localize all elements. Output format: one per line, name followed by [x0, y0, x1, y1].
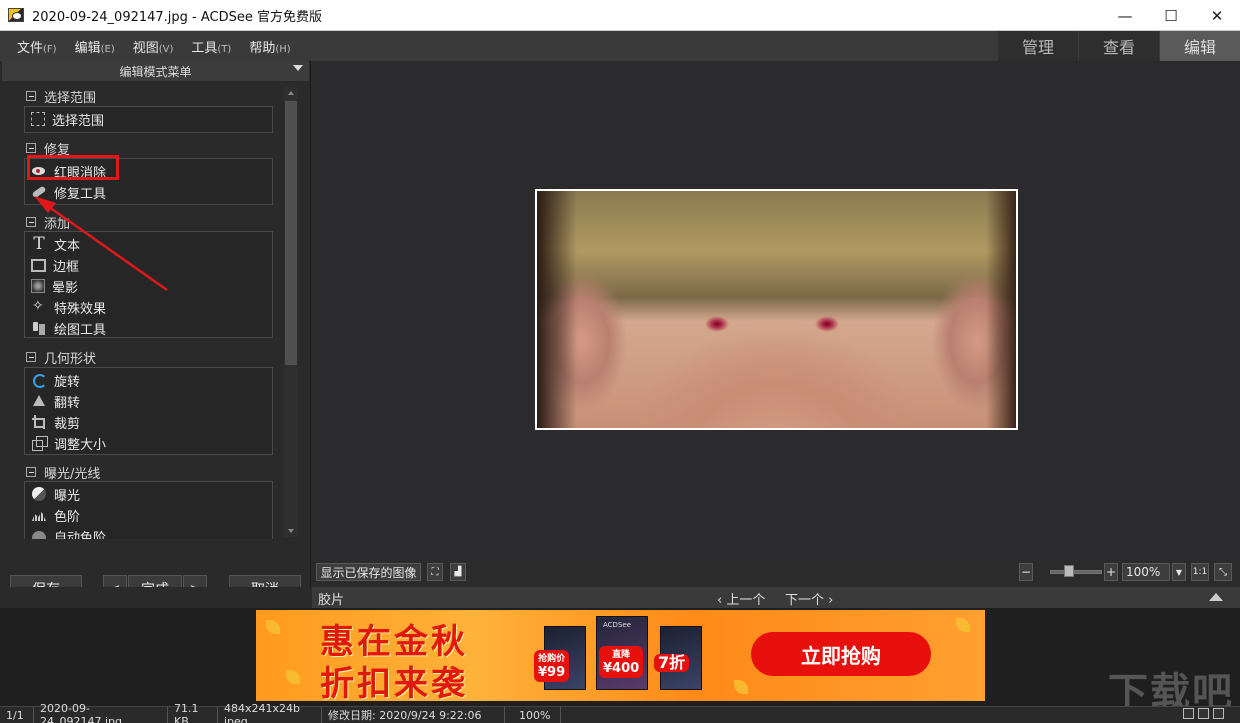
- item-rotate-label: 旋转: [54, 374, 81, 390]
- close-button[interactable]: ✕: [1194, 0, 1240, 31]
- price-1-label: 抢购价: [538, 654, 566, 664]
- brand-logo: ACDSee: [603, 621, 631, 629]
- section-geometry[interactable]: 几何形状: [26, 348, 97, 367]
- banner-headline-2: 折扣来袭: [320, 664, 468, 701]
- rotate-icon: [31, 372, 47, 388]
- section-exposure[interactable]: 曝光/光线: [26, 463, 101, 482]
- photo-shadow-right: [986, 191, 1016, 428]
- brush-icon: [31, 320, 47, 336]
- show-saved-image-button[interactable]: 显示已保存的图像: [316, 563, 421, 581]
- edited-photo[interactable]: [535, 189, 1018, 430]
- status-zoom: 100%: [513, 706, 561, 723]
- auto-levels-icon: [31, 528, 47, 539]
- item-resize-label: 调整大小: [54, 437, 107, 453]
- status-filename: 2020-09-24_092147.jpg: [34, 702, 168, 723]
- check-icon[interactable]: [1213, 708, 1224, 719]
- status-filesize: 71.1 KB: [168, 702, 218, 723]
- item-drawing-tools-label: 绘图工具: [54, 322, 107, 338]
- image-viewer: [312, 61, 1240, 558]
- crop-icon: [31, 414, 47, 430]
- section-exposure-title: 曝光/光线: [44, 466, 101, 482]
- zoom-dropdown-icon[interactable]: ▼: [1172, 563, 1186, 581]
- tab-view[interactable]: 查看: [1079, 31, 1159, 61]
- collapse-icon: [26, 467, 36, 477]
- exposure-icon: [31, 486, 47, 502]
- minimize-button[interactable]: —: [1102, 0, 1148, 31]
- mode-tabs: 管理 查看 编辑: [997, 31, 1240, 61]
- check-icon[interactable]: [1198, 708, 1209, 719]
- scroll-down-icon[interactable]: [288, 529, 294, 533]
- zoom-in-button[interactable]: +: [1104, 563, 1118, 581]
- item-levels[interactable]: 色阶: [31, 505, 80, 525]
- leaf-decoration: [956, 618, 970, 632]
- resize-icon: [31, 435, 48, 451]
- photo-shadow-left: [537, 191, 577, 428]
- status-index: 1/1: [0, 706, 34, 723]
- next-image-label: 下一个: [785, 593, 825, 608]
- tab-edit[interactable]: 编辑: [1160, 31, 1240, 61]
- status-bar: 1/1 2020-09-24_092147.jpg 71.1 KB 484x24…: [0, 702, 1240, 723]
- actual-size-button[interactable]: 1:1: [1191, 563, 1209, 581]
- leaf-decoration: [286, 670, 300, 684]
- item-special-effects[interactable]: 特殊效果: [31, 297, 106, 317]
- price-badge-1: 抢购价 ¥99: [534, 650, 570, 682]
- leaf-decoration: [734, 680, 748, 694]
- next-image-button[interactable]: 下一个 ›: [785, 589, 833, 608]
- section-geometry-title: 几何形状: [44, 351, 97, 367]
- item-resize[interactable]: 调整大小: [31, 433, 106, 453]
- discount-badge: 7折: [654, 654, 690, 672]
- magic-wand-icon: [31, 298, 47, 315]
- prev-image-button[interactable]: ‹ 上一个: [717, 589, 765, 608]
- item-flip[interactable]: 翻转: [31, 391, 80, 411]
- histogram-icon[interactable]: ▟: [450, 563, 466, 581]
- zoom-level-field[interactable]: 100%: [1122, 563, 1170, 581]
- group-geometry: 旋转 翻转 裁剪 调整大小: [24, 367, 273, 455]
- status-modified: 修改日期: 2020/9/24 9:22:06: [322, 706, 505, 723]
- filmstrip-bar: [312, 587, 1240, 608]
- status-icons: [1179, 708, 1224, 719]
- item-rotate[interactable]: 旋转: [31, 370, 80, 390]
- item-exposure[interactable]: 曝光: [31, 484, 80, 504]
- item-levels-label: 色阶: [54, 509, 81, 525]
- chevron-right-icon: ›: [824, 593, 834, 608]
- annotation-arrow-line: [41, 200, 168, 292]
- maximize-button[interactable]: ☐: [1148, 0, 1194, 31]
- annotation-arrow: [34, 196, 168, 292]
- window-controls: — ☐ ✕: [1102, 0, 1240, 31]
- promo-banner[interactable]: 惠在金秋 折扣来袭 ACDSee 抢购价 ¥99 直降 ¥400 7折 立即抢购: [256, 610, 985, 701]
- zoom-slider-thumb[interactable]: [1064, 565, 1074, 577]
- expand-filmstrip-icon[interactable]: [1209, 593, 1223, 601]
- view-mode-icon[interactable]: [1183, 708, 1194, 719]
- fit-window-icon[interactable]: ⤡: [1214, 563, 1232, 581]
- price-badge-2: 直降 ¥400: [599, 646, 644, 678]
- item-crop-label: 裁剪: [54, 416, 81, 432]
- status-dimensions: 484x241x24b jpeg: [218, 702, 322, 723]
- buy-now-button[interactable]: 立即抢购: [751, 632, 931, 676]
- zoom-out-button[interactable]: −: [1019, 563, 1033, 581]
- zoom-slider-track[interactable]: [1050, 570, 1102, 574]
- item-flip-label: 翻转: [54, 395, 81, 411]
- filmstrip-left-spacer: [0, 587, 311, 608]
- item-exposure-label: 曝光: [54, 488, 81, 504]
- prev-image-label: 上一个: [726, 593, 766, 608]
- item-auto-levels-label: 自动色阶: [54, 530, 107, 540]
- levels-icon: [31, 507, 47, 523]
- price-2-value: ¥400: [603, 661, 640, 676]
- item-drawing-tools[interactable]: 绘图工具: [31, 318, 106, 338]
- chevron-left-icon: ‹: [717, 593, 727, 608]
- tab-manage[interactable]: 管理: [998, 31, 1078, 61]
- flip-icon: [31, 393, 47, 409]
- item-special-effects-label: 特殊效果: [54, 301, 107, 317]
- item-auto-levels[interactable]: 自动色阶: [31, 526, 106, 539]
- leaf-decoration: [266, 620, 280, 634]
- price-2-label: 直降: [612, 650, 631, 660]
- group-exposure: 曝光 色阶 自动色阶: [24, 481, 273, 539]
- item-crop[interactable]: 裁剪: [31, 412, 80, 432]
- filmstrip-label: 胶片: [318, 593, 345, 608]
- collapse-icon: [26, 352, 36, 362]
- fullscreen-icon[interactable]: ⛶: [427, 563, 443, 581]
- price-1-value: ¥99: [538, 665, 566, 680]
